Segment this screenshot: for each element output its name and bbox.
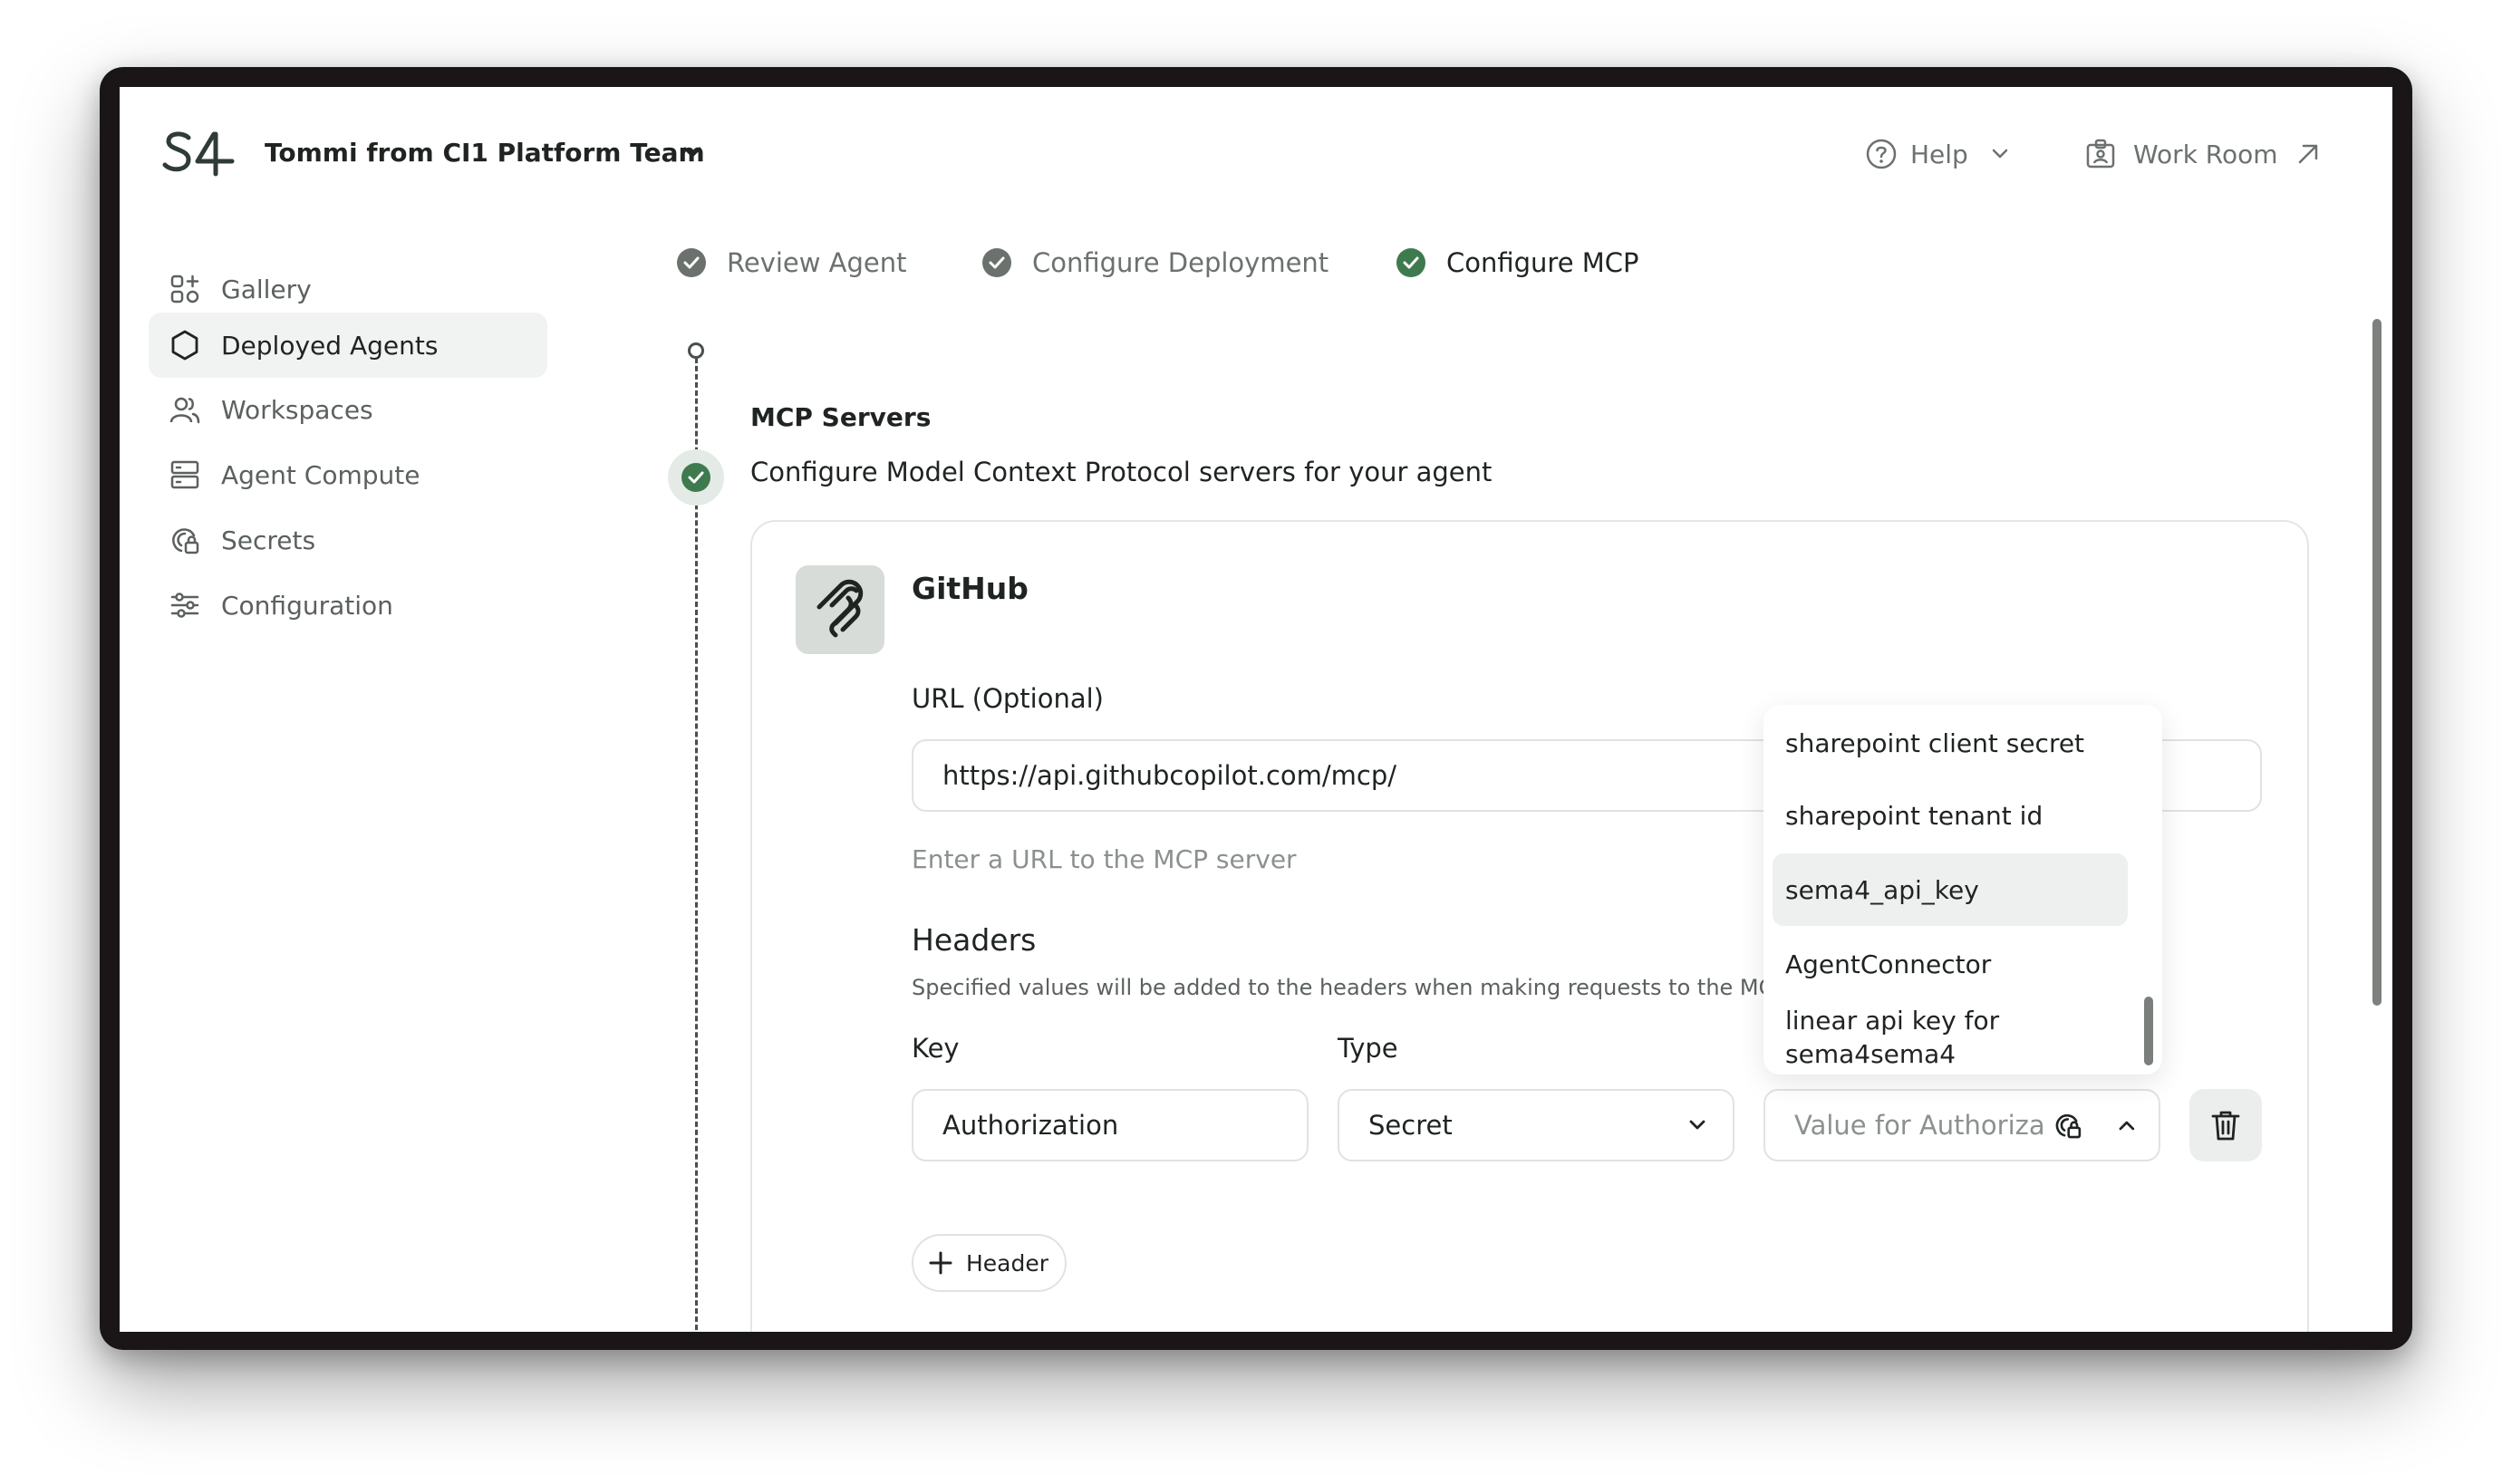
s4-logo (162, 131, 235, 177)
check-circle-icon (982, 248, 1011, 277)
headers-title: Headers (912, 922, 1037, 958)
header-value-placeholder: Value for Authorization (1794, 1110, 2043, 1141)
work-room-label: Work Room (2133, 139, 2278, 169)
sliders-icon (170, 593, 199, 618)
gallery-icon (170, 275, 199, 304)
users-icon (169, 397, 200, 424)
step-label: Configure Deployment (1032, 247, 1329, 278)
hexagon-icon (171, 330, 198, 361)
server-icon (170, 460, 199, 489)
url-value: https://api.githubcopilot.com/mcp/ (942, 760, 1397, 791)
step-review-agent[interactable]: Review Agent (676, 241, 907, 284)
mcp-server-title: GitHub (912, 571, 1029, 606)
add-header-button[interactable]: Header (912, 1234, 1068, 1292)
check-circle-icon (1396, 248, 1425, 277)
sidebar-item-workspaces[interactable]: Workspaces (149, 377, 547, 442)
dropdown-option-highlighted[interactable]: sema4_api_key (1773, 853, 2128, 926)
dropdown-option[interactable]: AgentConnector (1773, 930, 2128, 998)
header-type-select[interactable]: Secret (1338, 1089, 1734, 1161)
sidebar-item-label: Gallery (221, 274, 312, 304)
help-icon (1866, 139, 1897, 169)
badge-icon (2086, 139, 2115, 169)
type-label: Type (1338, 1033, 1398, 1064)
step-label: Configure MCP (1446, 247, 1639, 278)
sidebar-item-secrets[interactable]: Secrets (149, 507, 547, 573)
step-label: Review Agent (727, 247, 907, 278)
delete-header-button[interactable] (2189, 1089, 2262, 1161)
dropdown-option[interactable]: sharepoint tenant id (1773, 781, 2128, 850)
secret-lock-icon (2055, 1113, 2081, 1139)
work-room-link[interactable]: Work Room (2084, 132, 2322, 176)
mcp-logo-icon (816, 579, 864, 638)
sidebar-item-label: Deployed Agents (221, 330, 439, 361)
dropdown-option[interactable]: linear api key for sema4sema4 (1773, 1002, 2072, 1073)
sidebar-item-label: Agent Compute (221, 459, 420, 490)
app-window: Tommi from CI1 Platform Team Help Work R… (120, 87, 2392, 1332)
chevron-down-icon (1689, 1120, 1705, 1130)
header-value-select[interactable]: Value for Authorization (1763, 1089, 2160, 1161)
sidebar-item-label: Secrets (221, 525, 316, 555)
sidebar-item-label: Workspaces (221, 394, 373, 425)
chevron-up-icon (2119, 1121, 2135, 1131)
url-hint: Enter a URL to the MCP server (912, 844, 1297, 874)
mcp-server-icon (796, 565, 884, 654)
section-title: MCP Servers (750, 402, 932, 432)
secret-lock-icon (172, 528, 199, 554)
team-switcher-button[interactable] (674, 134, 710, 170)
step-configure-mcp[interactable]: Configure MCP (1396, 241, 1639, 284)
chevron-down-icon (683, 147, 701, 158)
sidebar-item-deployed-agents[interactable]: Deployed Agents (149, 313, 547, 378)
sidebar-item-agent-compute[interactable]: Agent Compute (149, 442, 547, 507)
dropdown-scrollbar[interactable] (2144, 997, 2153, 1065)
url-label: URL (Optional) (912, 683, 1104, 714)
header-key-input[interactable]: Authorization (912, 1089, 1309, 1161)
step-configure-deployment[interactable]: Configure Deployment (981, 241, 1328, 284)
chevron-down-icon (1992, 149, 2008, 159)
trash-icon (2211, 1111, 2240, 1141)
timeline-step-marker (668, 449, 724, 506)
help-menu[interactable]: Help (1865, 132, 2010, 176)
headers-description: Specified values will be added to the he… (912, 975, 1771, 1000)
sidebar-item-configuration[interactable]: Configuration (149, 573, 547, 638)
key-label: Key (912, 1033, 960, 1064)
header-key-value: Authorization (942, 1110, 1119, 1141)
section-subtitle: Configure Model Context Protocol servers… (750, 457, 1493, 487)
secret-dropdown: sharepoint client secret sharepoint tena… (1763, 705, 2162, 1074)
sidebar-item-label: Configuration (221, 590, 393, 621)
add-header-label: Header (966, 1249, 1049, 1277)
header-type-value: Secret (1368, 1110, 1453, 1141)
plus-icon (929, 1251, 952, 1275)
check-circle-icon (681, 463, 710, 492)
team-name: Tommi from CI1 Platform Team (265, 138, 705, 168)
help-label: Help (1910, 139, 1968, 169)
external-arrow-icon (2298, 144, 2317, 164)
timeline-start-dot (688, 342, 704, 359)
dropdown-option[interactable]: sharepoint client secret (1773, 708, 2128, 777)
page-scrollbar[interactable] (2372, 319, 2382, 1006)
check-circle-icon (677, 248, 706, 277)
